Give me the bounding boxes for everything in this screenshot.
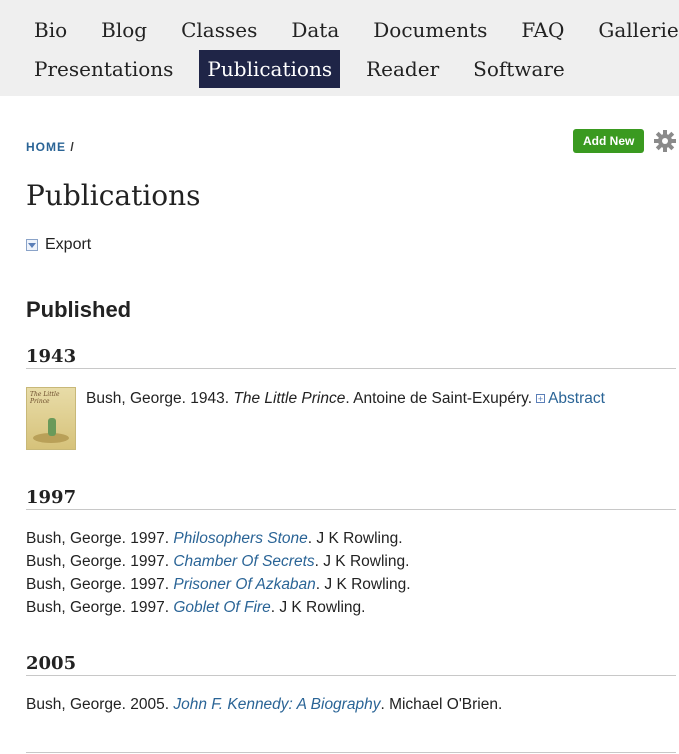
nav-item-reader[interactable]: Reader <box>358 50 447 88</box>
citation-suffix: . Antoine de Saint-Exupéry. <box>345 390 533 407</box>
gear-icon[interactable] <box>653 129 677 153</box>
breadcrumb-bar: HOME / Add New <box>26 96 676 176</box>
citation-prefix: Bush, George. 1943. <box>86 390 234 407</box>
citation-prefix: Bush, George. 1997. <box>26 576 174 593</box>
citation-title-link[interactable]: John F. Kennedy: A Biography <box>173 696 380 713</box>
list-item: Bush, George. 2005. John F. Kennedy: A B… <box>26 693 653 716</box>
top-navigation: Bio Blog Classes Data Documents FAQ Gall… <box>0 0 679 96</box>
cover-figure <box>48 418 56 436</box>
nav-item-presentations[interactable]: Presentations <box>26 50 181 88</box>
citation-title-link[interactable]: Philosophers Stone <box>173 530 307 547</box>
page-title: Publications <box>26 179 201 212</box>
list-item: Bush, George. 1997. Philosophers Stone. … <box>26 527 653 550</box>
section-heading-published: Published <box>26 297 132 322</box>
citation-suffix: . J K Rowling. <box>307 530 403 547</box>
nav-item-documents[interactable]: Documents <box>365 11 495 49</box>
cover-title-text: The Little Prince <box>30 391 60 405</box>
export-label: Export <box>45 236 92 253</box>
list-item: Bush, George. 1997. Prisoner Of Azkaban.… <box>26 573 653 596</box>
citation-prefix: Bush, George. 1997. <box>26 530 174 547</box>
nav-item-publications[interactable]: Publications <box>199 50 341 88</box>
list-item: Bush, George. 1997. Chamber Of Secrets. … <box>26 550 653 573</box>
publication-list: Bush, George. 2005. John F. Kennedy: A B… <box>26 693 653 716</box>
citation-suffix: . J K Rowling. <box>314 553 410 570</box>
nav-item-bio[interactable]: Bio <box>26 11 75 49</box>
nav-row-2: Presentations Publications Reader Softwa… <box>26 50 679 88</box>
citation-prefix: Bush, George. 2005. <box>26 696 174 713</box>
breadcrumb: HOME / <box>26 140 75 154</box>
citation-title-link[interactable]: Prisoner Of Azkaban <box>173 576 315 593</box>
divider <box>26 752 676 753</box>
year-heading: 1943 <box>26 342 676 369</box>
citation-suffix: . J K Rowling. <box>270 599 366 616</box>
list-item: The Little Prince Bush, George. 1943. Th… <box>26 387 653 450</box>
year-heading: 2005 <box>26 649 676 676</box>
abstract-link[interactable]: Abstract <box>548 390 605 407</box>
add-new-button[interactable]: Add New <box>573 129 645 153</box>
citation-title: The Little Prince <box>233 390 346 407</box>
chevron-down-icon <box>26 239 38 251</box>
citation-prefix: Bush, George. 1997. <box>26 553 174 570</box>
nav-item-data[interactable]: Data <box>283 11 347 49</box>
nav-item-galleries[interactable]: Galleries <box>590 11 679 49</box>
citation: Bush, George. 1943. The Little Prince. A… <box>86 387 605 410</box>
main-content: HOME / Add New Publications Export Publi… <box>0 96 679 716</box>
citation-suffix: . Michael O'Brien. <box>380 696 503 713</box>
nav-item-blog[interactable]: Blog <box>93 11 155 49</box>
list-item: Bush, George. 1997. Goblet Of Fire. J K … <box>26 596 653 619</box>
nav-item-software[interactable]: Software <box>465 50 573 88</box>
nav-item-faq[interactable]: FAQ <box>513 11 572 49</box>
citation-title-link[interactable]: Chamber Of Secrets <box>173 553 314 570</box>
export-toggle[interactable]: Export <box>26 233 653 257</box>
nav-item-classes[interactable]: Classes <box>173 11 265 49</box>
citation-prefix: Bush, George. 1997. <box>26 599 174 616</box>
breadcrumb-home-link[interactable]: HOME <box>26 140 66 154</box>
expand-plus-icon[interactable]: + <box>536 394 546 404</box>
book-cover-thumbnail[interactable]: The Little Prince <box>26 387 76 450</box>
nav-row-1: Bio Blog Classes Data Documents FAQ Gall… <box>26 11 679 49</box>
citation-suffix: . J K Rowling. <box>315 576 411 593</box>
citation-title-link[interactable]: Goblet Of Fire <box>173 599 270 616</box>
year-heading: 1997 <box>26 483 676 510</box>
breadcrumb-separator: / <box>70 140 75 154</box>
publication-list: Bush, George. 1997. Philosophers Stone. … <box>26 527 653 619</box>
